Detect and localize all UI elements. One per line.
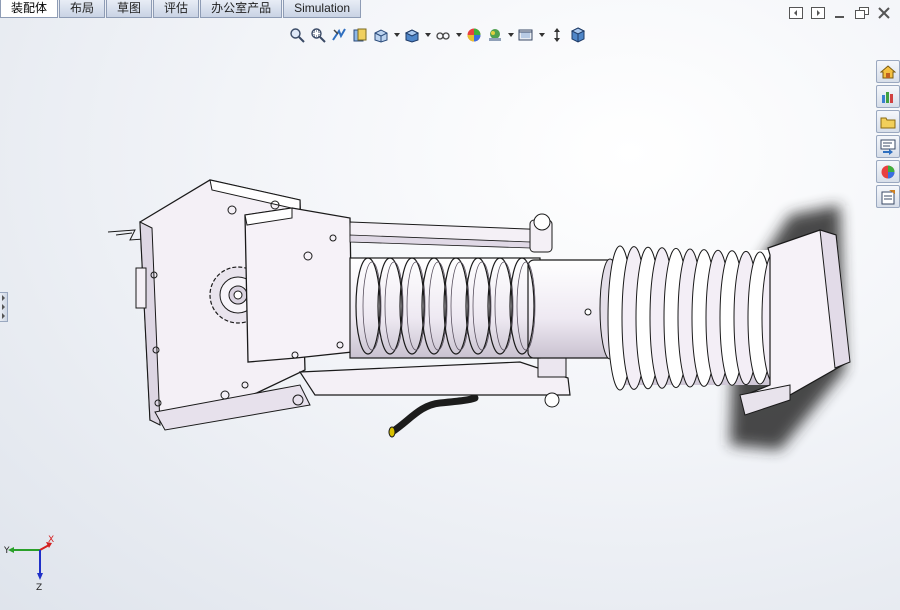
design-library-icon[interactable]: [876, 85, 900, 108]
custom-properties-icon[interactable]: [876, 185, 900, 208]
3d-view-icon[interactable]: [569, 26, 587, 44]
restore-icon[interactable]: [854, 6, 870, 20]
triad-y-label: Y: [3, 546, 10, 556]
hide-show-items-icon[interactable]: [434, 26, 452, 44]
zoom-to-fit-icon[interactable]: [288, 26, 306, 44]
tile-left-icon[interactable]: [788, 6, 804, 20]
minimize-icon[interactable]: [832, 6, 848, 20]
view-settings-dropdown[interactable]: [538, 26, 545, 44]
tab-sketch[interactable]: 草图: [106, 0, 153, 18]
edit-appearance-icon[interactable]: [465, 26, 483, 44]
previous-view-icon[interactable]: [330, 26, 348, 44]
view-orientation-dropdown[interactable]: [393, 26, 400, 44]
rotate-view-icon[interactable]: [548, 26, 566, 44]
document-window-controls: [788, 6, 892, 20]
file-explorer-icon[interactable]: [876, 110, 900, 133]
task-pane: [876, 60, 900, 208]
view-settings-icon[interactable]: [517, 26, 535, 44]
solidworks-resources-icon[interactable]: [876, 60, 900, 83]
view-orientation-icon[interactable]: [372, 26, 390, 44]
hide-show-items-dropdown[interactable]: [455, 26, 462, 44]
triad-z-label: Z: [36, 583, 42, 593]
display-style-dropdown[interactable]: [424, 26, 431, 44]
appearances-scenes-icon[interactable]: [876, 160, 900, 183]
section-view-icon[interactable]: [351, 26, 369, 44]
triad-x-axis: [39, 544, 50, 551]
zoom-to-area-icon[interactable]: [309, 26, 327, 44]
triad-x-label: X: [48, 535, 54, 545]
tab-simulation[interactable]: Simulation: [283, 0, 362, 18]
tile-right-icon[interactable]: [810, 6, 826, 20]
tab-evaluate[interactable]: 评估: [153, 0, 200, 18]
close-icon[interactable]: [876, 6, 892, 20]
view-palette-icon[interactable]: [876, 135, 900, 158]
tab-assembly[interactable]: 装配体: [0, 0, 59, 18]
reference-triad: Y X Z: [3, 535, 54, 593]
apply-scene-dropdown[interactable]: [507, 26, 514, 44]
graphics-area[interactable]: 装配体 布局 草图 评估 办公室产品 Simulation Y X Z: [0, 0, 900, 610]
heads-up-view-toolbar: [288, 25, 587, 45]
assembly-model[interactable]: [0, 0, 900, 610]
feature-manager-expand-handle[interactable]: [0, 292, 8, 322]
tab-office-products[interactable]: 办公室产品: [200, 0, 283, 18]
command-manager-tabs: 装配体 布局 草图 评估 办公室产品 Simulation: [0, 0, 362, 19]
display-style-icon[interactable]: [403, 26, 421, 44]
apply-scene-icon[interactable]: [486, 26, 504, 44]
tab-layout[interactable]: 布局: [59, 0, 106, 18]
